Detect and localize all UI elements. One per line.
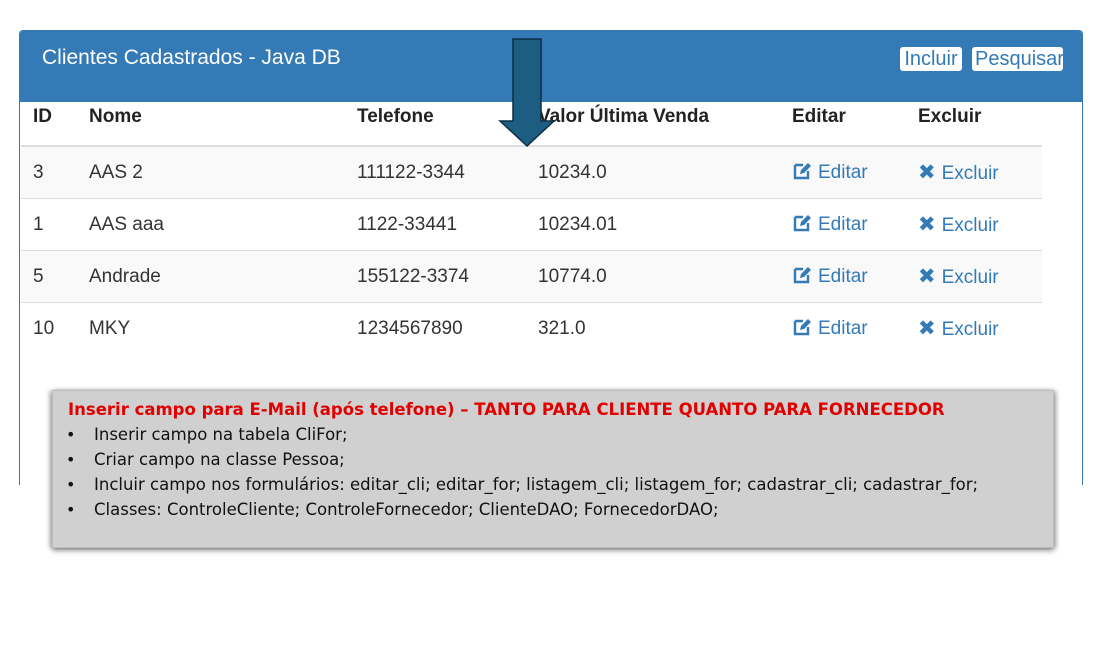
- list-item: • Classes: ControleCliente; ControleForne…: [66, 500, 719, 519]
- cell-id: 1: [21, 198, 77, 251]
- list-item: • Incluir campo nos formulários: editar_c…: [66, 475, 979, 494]
- annotation-note: Inserir campo para E-Mail (após telefone…: [52, 390, 1054, 548]
- table-row: 1 AAS aaa 1122-33441 10234.01 Editar ✖ Ex…: [21, 198, 1042, 251]
- cell-nome: AAS aaa: [77, 198, 345, 251]
- cell-telefone: 155122-3374: [345, 250, 526, 303]
- editar-label: Editar: [818, 318, 868, 339]
- table-row: 10 MKY 1234567890 321.0 Editar ✖ Excluir: [21, 302, 1042, 354]
- column-header-nome: Nome: [77, 88, 345, 147]
- cell-editar: Editar: [780, 250, 906, 303]
- note-item-text: Incluir campo nos formulários: editar_cl…: [94, 475, 979, 494]
- cell-excluir: ✖ Excluir: [906, 198, 1042, 251]
- cell-excluir: ✖ Excluir: [906, 250, 1042, 303]
- editar-label: Editar: [818, 266, 868, 287]
- cell-nome: Andrade: [77, 250, 345, 303]
- incluir-button[interactable]: Incluir: [900, 47, 962, 71]
- editar-link[interactable]: Editar: [792, 214, 868, 235]
- table-row: 5 Andrade 155122-3374 10774.0 Editar ✖ Ex…: [21, 250, 1042, 303]
- close-icon: ✖: [918, 213, 936, 236]
- column-header-id: ID: [21, 88, 77, 147]
- cell-valor: 10234.0: [526, 145, 780, 199]
- excluir-link[interactable]: ✖ Excluir: [918, 317, 999, 340]
- edit-icon: [793, 319, 811, 336]
- cell-id: 3: [21, 145, 77, 199]
- cell-valor: 10774.0: [526, 250, 780, 303]
- close-icon: ✖: [918, 161, 936, 184]
- cell-excluir: ✖ Excluir: [906, 145, 1042, 199]
- edit-icon: [793, 215, 811, 232]
- list-item: • Inserir campo na tabela CliFor;: [66, 425, 348, 444]
- edit-icon: [793, 267, 811, 284]
- cell-nome: AAS 2: [77, 145, 345, 199]
- excluir-link[interactable]: ✖ Excluir: [918, 161, 999, 184]
- note-item-text: Inserir campo na tabela CliFor;: [94, 425, 348, 444]
- edit-icon: [793, 163, 811, 180]
- cell-editar: Editar: [780, 145, 906, 199]
- close-icon: ✖: [918, 265, 936, 288]
- cell-telefone: 1122-33441: [345, 198, 526, 251]
- editar-label: Editar: [818, 162, 868, 183]
- list-item: • Criar campo na classe Pessoa;: [66, 450, 345, 469]
- column-header-excluir: Excluir: [906, 88, 1042, 147]
- cell-editar: Editar: [780, 198, 906, 251]
- excluir-label: Excluir: [941, 163, 999, 184]
- note-item-text: Classes: ControleCliente; ControleFornec…: [94, 500, 719, 519]
- close-icon: ✖: [918, 317, 936, 340]
- cell-valor: 321.0: [526, 302, 780, 354]
- note-item-text: Criar campo na classe Pessoa;: [94, 450, 345, 469]
- pesquisar-button[interactable]: Pesquisar: [972, 47, 1064, 71]
- cell-excluir: ✖ Excluir: [906, 302, 1042, 354]
- down-arrow-annotation: [498, 38, 556, 148]
- cell-id: 10: [21, 302, 77, 354]
- column-header-valor: Valor Última Venda: [526, 88, 780, 147]
- table-row: 3 AAS 2 111122-3344 10234.0 Editar ✖ Excl…: [21, 145, 1042, 199]
- cell-nome: MKY: [77, 302, 345, 354]
- editar-link[interactable]: Editar: [792, 318, 868, 339]
- excluir-link[interactable]: ✖ Excluir: [918, 213, 999, 236]
- cell-telefone: 111122-3344: [345, 145, 526, 199]
- note-title: Inserir campo para E-Mail (após telefone…: [68, 400, 945, 419]
- cell-telefone: 1234567890: [345, 302, 526, 354]
- cell-editar: Editar: [780, 302, 906, 354]
- cell-valor: 10234.01: [526, 198, 780, 251]
- editar-label: Editar: [818, 214, 868, 235]
- excluir-label: Excluir: [941, 319, 999, 340]
- cell-id: 5: [21, 250, 77, 303]
- excluir-label: Excluir: [941, 215, 999, 236]
- excluir-label: Excluir: [941, 267, 999, 288]
- excluir-link[interactable]: ✖ Excluir: [918, 265, 999, 288]
- note-list: • Inserir campo na tabela CliFor; • Criar …: [53, 422, 1033, 522]
- page-title: Clientes Cadastrados - Java DB: [42, 46, 341, 69]
- editar-link[interactable]: Editar: [792, 266, 868, 287]
- editar-link[interactable]: Editar: [792, 162, 868, 183]
- column-header-editar: Editar: [780, 88, 906, 147]
